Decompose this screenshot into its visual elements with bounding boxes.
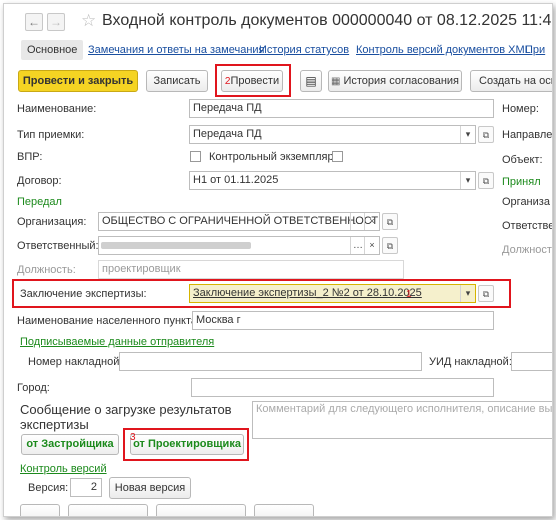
resp-right-label: Ответстве (502, 220, 553, 232)
tab-main[interactable]: Основное (21, 40, 84, 60)
tab-xml-versions[interactable]: Контроль версий документов XML (356, 40, 531, 60)
city-label: Город: (17, 382, 50, 394)
control-copy-checkbox[interactable] (332, 151, 343, 162)
position-label: Должность: (17, 264, 76, 276)
org-value: ОБЩЕСТВО С ОГРАНИЧЕННОЙ ОТВЕТСТВЕННОСТЬ (102, 215, 380, 227)
tab-more[interactable]: При (525, 40, 545, 60)
version-label: Версия: (28, 482, 69, 494)
highlight-designer (123, 428, 249, 461)
contract-value: Н1 от 01.11.2025 (193, 174, 279, 186)
accept-type-field[interactable]: Передача ПД ▾ (189, 125, 476, 144)
open-icon[interactable]: ⧉ (382, 237, 398, 254)
new-version-button[interactable]: Новая версия (109, 477, 191, 499)
open-icon[interactable]: ⧉ (478, 126, 494, 143)
resp-label: Ответственный: (17, 240, 99, 252)
document-window: ← → ☆ Входной контроль документов 000000… (3, 3, 553, 517)
version-control-link[interactable]: Контроль версий (20, 463, 107, 475)
control-copy-label: Контрольный экземпляр: (209, 151, 337, 163)
ellipsis-icon[interactable]: … (350, 237, 365, 254)
star-icon[interactable]: ☆ (81, 11, 96, 31)
org-label: Организация: (17, 216, 87, 228)
tab-status-history[interactable]: История статусов (259, 40, 349, 60)
highlight-post (215, 64, 291, 97)
position-field: проектировщик (98, 260, 404, 279)
city-field[interactable] (191, 378, 494, 397)
approval-history-button[interactable]: ▦ История согласования (328, 70, 462, 92)
vpr-checkbox[interactable] (190, 151, 201, 162)
create-based-on-button[interactable]: Создать на осн (470, 70, 552, 92)
tab-remarks[interactable]: Замечания и ответы на замечания (88, 40, 265, 60)
accepted-header: Принял (502, 176, 541, 188)
resp-field[interactable]: … × (98, 236, 380, 255)
forward-icon[interactable]: → (47, 13, 65, 31)
contract-field[interactable]: Н1 от 01.11.2025 ▾ (189, 171, 476, 190)
name-field[interactable]: Передача ПД (189, 99, 494, 118)
bottom-button-4[interactable] (254, 504, 314, 516)
org-field[interactable]: ОБЩЕСТВО С ОГРАНИЧЕННОЙ ОТВЕТСТВЕННОСТЬ … (98, 212, 380, 231)
org-right-label: Организа (502, 196, 550, 208)
waybill-label: Номер накладной: (28, 356, 123, 368)
bottom-button-1[interactable] (20, 504, 60, 516)
number-label: Номер: (502, 103, 539, 115)
ellipsis-icon[interactable]: … (350, 213, 365, 230)
redacted-name (101, 242, 251, 249)
open-icon[interactable]: ⧉ (382, 213, 398, 230)
clear-icon[interactable]: × (364, 237, 379, 254)
comment-field[interactable]: Комментарий для следующего исполнителя, … (252, 401, 552, 439)
post-and-close-button[interactable]: Провести и закрыть (18, 70, 138, 92)
bottom-button-2[interactable] (68, 504, 148, 516)
title-bar: ← → ☆ Входной контроль документов 000000… (4, 4, 553, 38)
direction-label: Направле (502, 129, 553, 141)
bottom-button-3[interactable] (156, 504, 246, 516)
uid-label: УИД накладной: (429, 356, 512, 368)
open-icon[interactable]: ⧉ (478, 172, 494, 189)
settlement-field[interactable]: Москва г (192, 311, 494, 330)
report-list-icon[interactable]: ▤ (300, 70, 322, 92)
vpr-label: ВПР: (17, 151, 43, 163)
accept-type-label: Тип приемки: (17, 129, 85, 141)
save-button[interactable]: Записать (146, 70, 208, 92)
settlement-label: Наименование населенного пункта: (17, 315, 201, 327)
version-field[interactable]: 2 (70, 478, 102, 497)
contract-label: Договор: (17, 175, 62, 187)
from-developer-button[interactable]: от Застройщика (21, 434, 119, 455)
object-label: Объект: (502, 154, 543, 166)
uid-field[interactable] (511, 352, 552, 371)
position-right-label: Должност (502, 244, 552, 256)
approval-history-icon: ▦ (330, 76, 341, 87)
sender-data-link[interactable]: Подписываемые данные отправителя (20, 336, 214, 348)
name-label: Наименование: (17, 103, 97, 115)
clear-icon[interactable]: × (364, 213, 379, 230)
highlight-expertise (12, 279, 511, 308)
accept-type-value: Передача ПД (193, 128, 262, 140)
transferred-header: Передал (17, 196, 62, 208)
approval-history-label: История согласования (343, 75, 460, 87)
window-title: Входной контроль документов 000000040 от… (102, 12, 553, 29)
waybill-field[interactable] (119, 352, 422, 371)
back-icon[interactable]: ← (25, 13, 43, 31)
tab-bar: Основное Замечания и ответы на замечания… (4, 40, 552, 62)
chevron-down-icon[interactable]: ▾ (460, 172, 475, 189)
chevron-down-icon[interactable]: ▾ (460, 126, 475, 143)
